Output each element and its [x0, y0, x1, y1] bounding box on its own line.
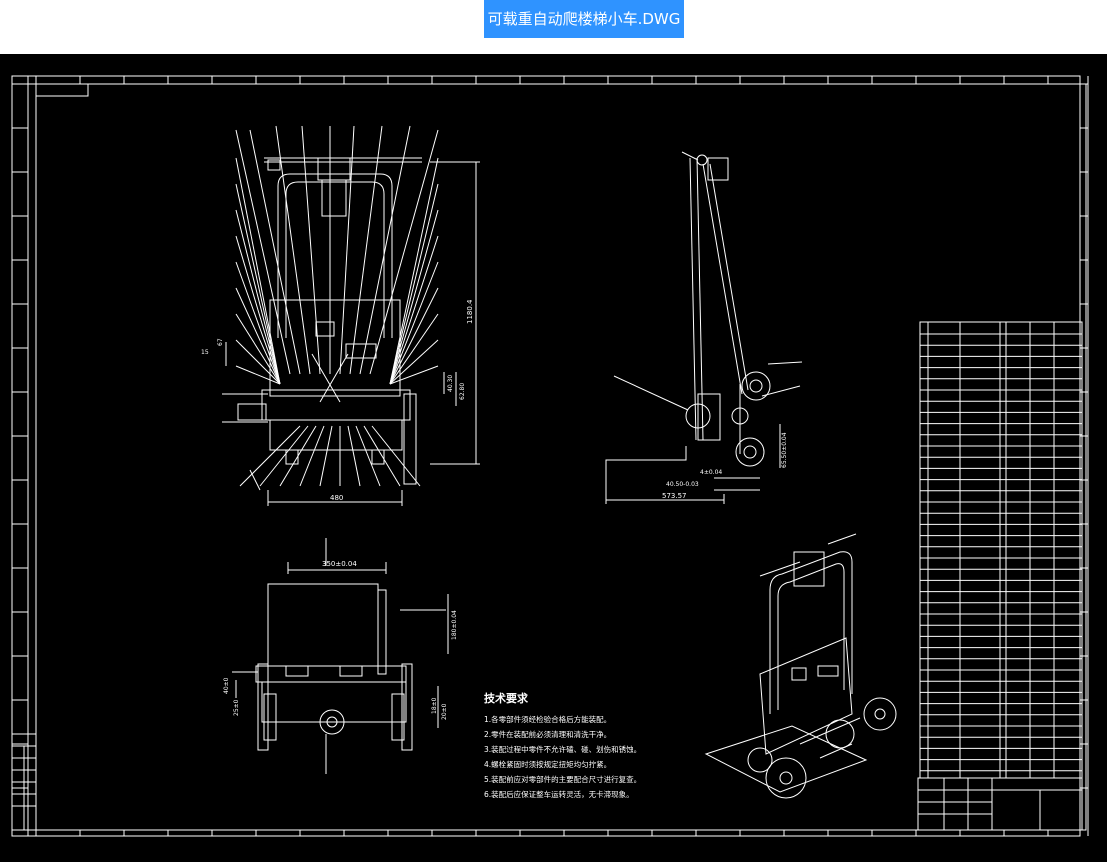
- leader-line: [389, 261, 439, 385]
- tech-req-item-2: 2.零件在装配前必须清理和清洗干净。: [484, 729, 611, 739]
- leader-line: [349, 125, 383, 375]
- leader-line: [389, 183, 439, 385]
- top-dim-left-2: 25±0: [233, 699, 240, 716]
- tech-req-item-1: 1.各零部件须经检验合格后方能装配。: [484, 714, 611, 724]
- side-dim-vertical: 65.50±0.04: [781, 432, 788, 468]
- leader-line: [279, 425, 317, 487]
- leader-line: [355, 425, 381, 487]
- top-dim-right-3: 18±0: [431, 697, 438, 714]
- parts-list: [919, 321, 1083, 779]
- cad-viewport[interactable]: 1180.4 480 62.80 40.30 15 67 573.57 40.5…: [0, 54, 1107, 862]
- side-dim-base: 573.57: [662, 492, 687, 500]
- tech-req-item-5: 5.装配前应对零部件的主要配合尺寸进行复查。: [484, 774, 641, 784]
- front-dim-right-1: 62.80: [459, 383, 466, 400]
- front-view: [222, 125, 480, 506]
- front-dim-width: 480: [330, 494, 343, 502]
- leader-line: [235, 287, 281, 385]
- leader-line: [359, 125, 411, 375]
- title-bar: 可载重自动爬楼梯小车.DWG: [0, 0, 1107, 54]
- top-view: [232, 538, 449, 774]
- top-dim-right-2: 20±0: [441, 703, 448, 720]
- top-dim-right-1: 180±0.04: [451, 610, 458, 640]
- tech-requirements: 技术要求 1.各零部件须经检验合格后方能装配。 2.零件在装配前必须清理和清洗干…: [484, 691, 641, 799]
- leader-line: [347, 425, 361, 487]
- leader-line: [235, 261, 281, 385]
- tech-req-heading: 技术要求: [484, 691, 529, 705]
- leader-line: [389, 209, 439, 385]
- leader-line: [319, 425, 333, 487]
- leader-line: [389, 287, 439, 385]
- front-dim-right-2: 40.30: [447, 375, 454, 392]
- leader-line: [339, 125, 355, 375]
- leader-line: [259, 425, 309, 487]
- leader-line: [363, 425, 401, 487]
- leader-line: [371, 425, 421, 487]
- leader-line: [235, 183, 281, 385]
- drawing-canvas: 1180.4 480 62.80 40.30 15 67 573.57 40.5…: [11, 75, 1089, 837]
- leader-line: [299, 425, 325, 487]
- iso-view: [704, 533, 897, 799]
- top-dim-top: 350±0.04: [322, 560, 357, 568]
- title-block: [917, 777, 1083, 831]
- side-dim-wheel-1: 40.50-0.03: [666, 481, 699, 488]
- leader-line: [235, 157, 281, 385]
- side-dim-wheel-2: 4±0.04: [700, 469, 722, 476]
- front-dim-height: 1180.4: [466, 299, 474, 324]
- front-dim-left-1: 15: [201, 349, 209, 356]
- side-view: [605, 151, 803, 504]
- revision-block: [11, 733, 37, 831]
- tech-req-item-6: 6.装配后应保证整车运转灵活，无卡滞现象。: [484, 789, 634, 799]
- top-dim-left-1: 40±0: [223, 677, 230, 694]
- file-tab[interactable]: 可载重自动爬楼梯小车.DWG: [484, 0, 684, 38]
- leader-line: [369, 129, 439, 375]
- tech-req-item-3: 3.装配过程中零件不允许磕、碰、划伤和锈蚀。: [484, 744, 641, 754]
- leader-line: [249, 129, 301, 375]
- front-dim-left-2: 67: [217, 338, 224, 346]
- tech-req-item-4: 4.螺栓紧固时须按规定扭矩均匀拧紧。: [484, 759, 611, 769]
